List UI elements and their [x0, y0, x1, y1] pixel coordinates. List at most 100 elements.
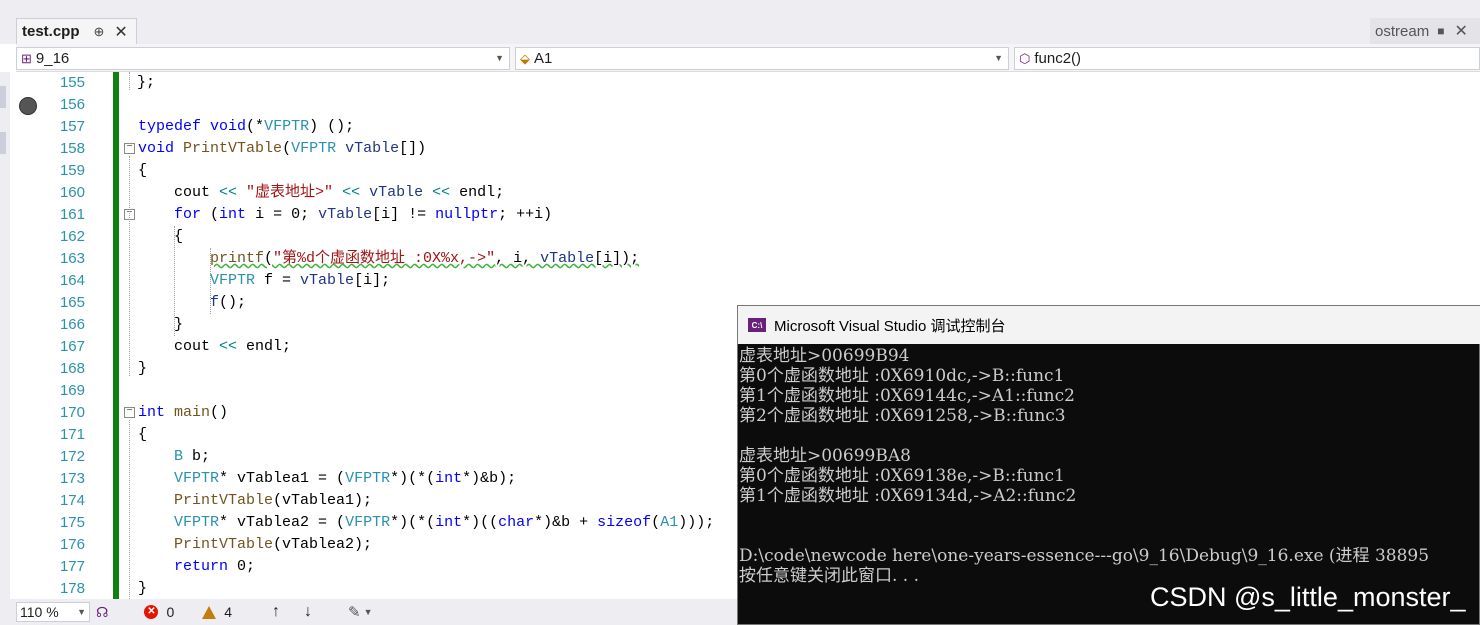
code-line-174: PrintVTable(vTablea1); — [174, 492, 373, 509]
close-icon[interactable]: ✕ — [114, 22, 127, 42]
fold-collapse-icon[interactable]: − — [124, 407, 135, 418]
console-line: 虚表地址>00699BA8 — [739, 446, 911, 466]
breakpoint-icon[interactable] — [19, 97, 37, 115]
code-line-168: } — [138, 360, 148, 377]
code-line-175: VFPTR* vTablea2 = (VFPTR*)(*(int*)((char… — [174, 514, 715, 531]
code-line-158: void PrintVTable(VFPTR vTable[]) — [138, 140, 427, 157]
code-line-173: VFPTR* vTablea1 = (VFPTR*)(*(int*)&b); — [174, 470, 517, 487]
line-number: 161 — [59, 206, 85, 223]
line-number: 156 — [59, 96, 85, 113]
pin-icon[interactable]: ⊕ — [94, 24, 105, 40]
console-line: 虚表地址>00699B94 — [739, 346, 910, 366]
line-number: 160 — [59, 184, 85, 201]
warning-icon — [202, 605, 217, 619]
code-line-166: } — [138, 316, 184, 333]
strip-marker — [0, 132, 6, 154]
tab-test-cpp[interactable]: test.cpp ⊕ ✕ — [16, 18, 137, 44]
member-label: func2() — [1034, 50, 1082, 67]
line-number-gutter: 155 156 157 158 159 160 161 162 163 164 … — [40, 72, 112, 599]
line-number: 157 — [59, 118, 85, 135]
line-number: 164 — [59, 272, 85, 289]
tab-ostream[interactable]: ostream ■ ✕ — [1370, 18, 1480, 44]
previous-issue-button[interactable]: ↑ — [272, 603, 280, 621]
zoom-dropdown[interactable]: 110 % ▼ — [16, 602, 90, 622]
glyph-margin[interactable] — [10, 72, 40, 599]
line-number: 175 — [59, 514, 85, 531]
code-line-164: VFPTR f = vTable[i]; — [210, 272, 391, 289]
code-line-160: cout << "虚表地址>" << vTable << endl; — [138, 184, 505, 201]
warnings-indicator[interactable]: 4 — [202, 604, 232, 620]
console-line: 第1个虚函数地址 :0X69134d,->A2::func2 — [739, 486, 1077, 506]
fold-guide — [129, 72, 130, 90]
strip-marker — [0, 86, 6, 108]
chevron-down-icon: ▼ — [77, 607, 86, 617]
code-line-165: f(); — [210, 294, 247, 311]
line-number: 162 — [59, 228, 85, 245]
console-line: 第0个虚函数地址 :0X69138e,->B::func1 — [739, 466, 1065, 486]
fold-guide — [129, 420, 130, 599]
document-tab-bar: test.cpp ⊕ ✕ ostream ■ ✕ — [0, 0, 1480, 44]
editor-status-bar: 110 % ▼ ☊ ✕ 0 4 ↑ ↓ ✎ ▼ — [0, 599, 737, 625]
left-tool-strip — [0, 72, 10, 599]
line-number: 163 — [59, 250, 85, 267]
code-line-170: int main() — [138, 404, 229, 421]
csdn-watermark: CSDN @s_little_monster_ — [1150, 582, 1466, 612]
class-icon: ⬙ — [520, 50, 530, 66]
code-line-167: cout << endl; — [138, 338, 292, 355]
code-line-178: } — [138, 580, 148, 597]
code-line-161: for (int i = 0; vTable[i] != nullptr; ++… — [174, 206, 553, 223]
next-issue-button[interactable]: ↓ — [304, 603, 312, 621]
brush-icon: ✎ — [348, 604, 361, 621]
line-number: 155 — [59, 74, 85, 91]
code-line-171: { — [138, 426, 148, 443]
code-line-159: { — [138, 162, 148, 179]
error-icon: ✕ — [144, 605, 159, 619]
console-app-icon: C:\ — [748, 318, 766, 332]
chevron-down-icon: ▼ — [495, 53, 504, 63]
line-number: 171 — [59, 426, 85, 443]
method-icon: ⬡ — [1019, 50, 1031, 66]
console-title-bar[interactable]: C:\ Microsoft Visual Studio 调试控制台 — [738, 306, 1480, 344]
code-line-155: }; — [137, 74, 156, 91]
code-line-162: { — [138, 228, 184, 245]
console-line: 第2个虚函数地址 :0X691258,->B::func3 — [739, 406, 1066, 426]
console-line: 第0个虚函数地址 :0X6910dc,->B::func1 — [739, 366, 1065, 386]
tab-label: test.cpp — [22, 23, 80, 40]
code-line-157: typedef void(*VFPTR) (); — [138, 118, 355, 135]
navigation-bar: ⊞ 9_16 ▼ ⬙ A1 ▼ ⬡ func2() — [16, 44, 1480, 72]
line-number: 167 — [59, 338, 85, 355]
project-dropdown[interactable]: ⊞ 9_16 ▼ — [16, 47, 510, 70]
line-number: 176 — [59, 536, 85, 553]
code-cleanup-button[interactable]: ✎ ▼ — [348, 603, 373, 621]
line-number: 169 — [59, 382, 85, 399]
console-line: 第1个虚函数地址 :0X69144c,->A1::func2 — [739, 386, 1075, 406]
line-number: 168 — [59, 360, 85, 377]
console-line: 按任意键关闭此窗口. . . — [739, 566, 920, 586]
chevron-down-icon: ▼ — [994, 53, 1003, 63]
zoom-label: 110 % — [20, 604, 59, 620]
warning-count: 4 — [224, 604, 233, 620]
line-number: 177 — [59, 558, 85, 575]
line-number: 178 — [59, 580, 85, 597]
tab-label: ostream — [1375, 22, 1430, 40]
code-line-176: PrintVTable(vTablea2); — [174, 536, 373, 553]
close-icon[interactable]: ✕ — [1454, 21, 1467, 41]
debug-console-window[interactable]: C:\ Microsoft Visual Studio 调试控制台 虚表地址>0… — [737, 305, 1480, 625]
line-number: 159 — [59, 162, 85, 179]
line-number: 165 — [59, 294, 85, 311]
health-icon[interactable]: ☊ — [96, 604, 108, 621]
fold-guide — [129, 156, 130, 376]
scope-dropdown[interactable]: ⬙ A1 ▼ — [515, 47, 1009, 70]
console-title: Microsoft Visual Studio 调试控制台 — [774, 317, 1006, 335]
console-line: D:\code\newcode here\one-years-essence--… — [739, 546, 1430, 566]
errors-indicator[interactable]: ✕ 0 — [144, 604, 174, 620]
pin-icon[interactable]: ■ — [1437, 24, 1444, 38]
code-line-163: printf("第%d个虚函数地址 :0X%x,->", i, vTable[i… — [210, 250, 640, 267]
line-number: 166 — [59, 316, 85, 333]
chevron-down-icon: ▼ — [363, 607, 373, 617]
line-number: 172 — [59, 448, 85, 465]
member-dropdown[interactable]: ⬡ func2() — [1014, 47, 1480, 70]
project-icon: ⊞ — [21, 50, 32, 66]
fold-collapse-icon[interactable]: − — [124, 143, 135, 154]
code-line-172: B b; — [174, 448, 211, 465]
